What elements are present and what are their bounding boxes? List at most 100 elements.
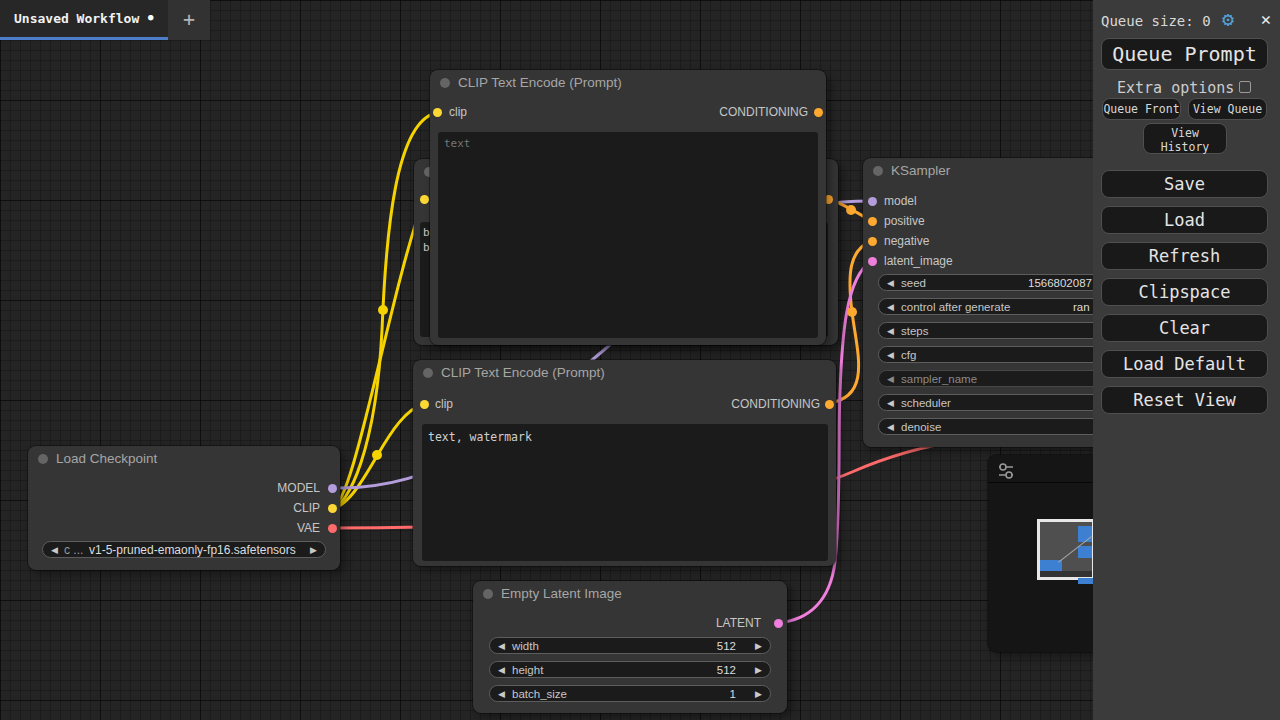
node-title[interactable]: Load Checkpoint <box>28 446 340 472</box>
textarea-placeholder: text <box>444 137 471 150</box>
widget-label: height <box>512 663 543 678</box>
tune-icon <box>997 462 1015 480</box>
output-label-vae: VAE <box>297 521 320 535</box>
node-load-checkpoint[interactable]: Load Checkpoint MODEL CLIP VAE ◀ c ... v… <box>28 446 340 570</box>
unsaved-indicator-dot: ● <box>148 12 153 22</box>
input-label-negative: negative <box>884 234 929 248</box>
prompt-textarea[interactable]: text, watermark <box>422 424 828 561</box>
extra-options-label: Extra options <box>1117 79 1234 97</box>
clear-button[interactable]: Clear <box>1101 314 1268 342</box>
input-label-model: model <box>884 194 917 208</box>
widget-left-arrow[interactable]: ◀ <box>887 276 894 291</box>
widget-left-arrow[interactable]: ◀ <box>887 396 894 411</box>
input-port-clip[interactable] <box>420 195 429 204</box>
collapse-dot[interactable] <box>423 368 433 378</box>
widget-left-arrow[interactable]: ◀ <box>887 324 894 339</box>
comfy-menu: Queue size: 0 ⚙ ✕ Queue Prompt Extra opt… <box>1093 0 1280 720</box>
queue-front-button[interactable]: Queue Front <box>1102 98 1181 120</box>
queue-prompt-button[interactable]: Queue Prompt <box>1101 38 1268 70</box>
preview-image[interactable] <box>1037 519 1095 580</box>
ckpt-name-widget[interactable]: ◀ c ... v1-5-pruned-emaonly-fp16.safeten… <box>42 541 326 558</box>
input-port-positive[interactable] <box>868 217 877 226</box>
input-port-clip[interactable] <box>433 108 442 117</box>
clipspace-button[interactable]: Clipspace <box>1101 278 1268 306</box>
output-label-model: MODEL <box>277 481 320 495</box>
input-label: clip <box>435 397 453 411</box>
view-queue-button[interactable]: View Queue <box>1188 98 1267 120</box>
input-port-negative[interactable] <box>868 237 877 246</box>
tab-label: Unsaved Workflow <box>14 11 139 26</box>
width-widget[interactable]: ◀ width 512 ▶ <box>489 637 771 654</box>
widget-left-arrow[interactable]: ◀ <box>498 663 505 678</box>
collapse-dot[interactable] <box>440 78 450 88</box>
input-label-latent-image: latent_image <box>884 254 953 268</box>
wire-dot[interactable] <box>372 450 382 460</box>
widget-value: ran <box>1073 300 1090 315</box>
close-icon[interactable]: ✕ <box>1261 9 1271 29</box>
widget-right-arrow[interactable]: ▶ <box>755 687 762 702</box>
prompt-textarea[interactable]: text <box>438 132 818 338</box>
input-port-latent-image[interactable] <box>868 257 877 266</box>
height-widget[interactable]: ◀ height 512 ▶ <box>489 661 771 678</box>
node-title[interactable]: Empty Latent Image <box>473 581 787 607</box>
output-port-clip[interactable] <box>328 504 337 513</box>
widget-left-arrow[interactable]: ◀ <box>498 639 505 654</box>
node-title[interactable]: CLIP Text Encode (Prompt) <box>430 70 826 96</box>
preview-shape <box>1040 571 1095 577</box>
new-workflow-tab-button[interactable]: + <box>168 0 210 40</box>
input-label: clip <box>449 105 467 119</box>
load-button[interactable]: Load <box>1101 206 1268 234</box>
widget-left-arrow[interactable]: ◀ <box>887 300 894 315</box>
node-title[interactable]: CLIP Text Encode (Prompt) <box>413 360 836 386</box>
input-port-model[interactable] <box>868 197 877 206</box>
reset-view-button[interactable]: Reset View <box>1101 386 1268 414</box>
node-clip-text-encode-top[interactable]: CLIP Text Encode (Prompt) clip CONDITION… <box>430 70 826 345</box>
view-history-button[interactable]: View History <box>1143 123 1227 154</box>
widget-label: seed <box>901 276 926 291</box>
widget-label: scheduler <box>901 396 951 411</box>
batch-size-widget[interactable]: ◀ batch_size 1 ▶ <box>489 685 771 702</box>
queue-size-label: Queue size: 0 <box>1101 13 1211 29</box>
output-port-model[interactable] <box>328 484 337 493</box>
collapse-dot[interactable] <box>38 454 48 464</box>
widget-value: v1-5-pruned-emaonly-fp16.safetensors <box>89 543 296 558</box>
input-port-clip[interactable] <box>420 400 429 409</box>
load-default-button[interactable]: Load Default <box>1101 350 1268 378</box>
widget-value: 1566802087 <box>1028 276 1092 291</box>
node-empty-latent-image[interactable]: Empty Latent Image LATENT ◀ width 512 ▶ … <box>473 581 787 713</box>
widget-label: steps <box>901 324 929 339</box>
save-button[interactable]: Save <box>1101 170 1268 198</box>
widget-label: denoise <box>901 420 941 435</box>
output-label: CONDITIONING <box>719 105 808 119</box>
refresh-button[interactable]: Refresh <box>1101 242 1268 270</box>
extra-options-checkbox[interactable] <box>1239 81 1251 93</box>
widget-value: 512 <box>717 663 736 678</box>
widget-left-arrow[interactable]: ◀ <box>887 420 894 435</box>
view-history-line: History <box>1144 140 1226 154</box>
gear-icon[interactable]: ⚙ <box>1222 7 1234 31</box>
output-port-latent[interactable] <box>774 619 783 628</box>
wire-clip-to-hidden <box>332 199 424 508</box>
widget-label: batch_size <box>512 687 567 702</box>
tab-unsaved-workflow[interactable]: Unsaved Workflow ● <box>0 0 168 40</box>
wire-dot[interactable] <box>846 205 856 215</box>
widget-label: control after generate <box>901 300 1010 315</box>
node-clip-text-encode-bottom[interactable]: CLIP Text Encode (Prompt) clip CONDITION… <box>413 360 836 566</box>
wire-dot[interactable] <box>847 307 857 317</box>
widget-right-arrow[interactable]: ▶ <box>755 663 762 678</box>
textarea-content: text, watermark <box>428 430 532 444</box>
widget-right-arrow[interactable]: ▶ <box>755 639 762 654</box>
widget-left-arrow[interactable]: ◀ <box>51 543 58 558</box>
widget-left-arrow[interactable]: ◀ <box>887 372 894 387</box>
widget-left-arrow[interactable]: ◀ <box>887 348 894 363</box>
collapse-dot[interactable] <box>483 589 493 599</box>
node-graph-canvas[interactable]: be bo CLIP Text Encode (Prompt) clip CON… <box>0 0 1280 720</box>
output-label-latent: LATENT <box>716 616 761 630</box>
widget-right-arrow[interactable]: ▶ <box>310 543 317 558</box>
output-port-vae[interactable] <box>328 524 337 533</box>
collapse-dot[interactable] <box>873 166 883 176</box>
output-port-conditioning[interactable] <box>825 400 834 409</box>
wire-dot[interactable] <box>378 305 388 315</box>
widget-left-arrow[interactable]: ◀ <box>498 687 505 702</box>
output-port-conditioning[interactable] <box>814 108 823 117</box>
